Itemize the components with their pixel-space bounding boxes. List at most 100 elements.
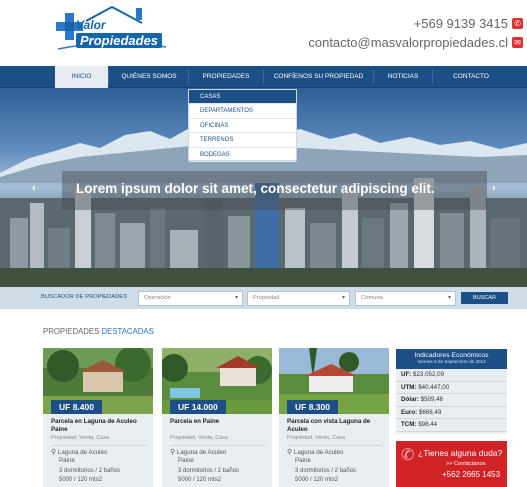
property-meta: Propiedad, Venta, Casa	[287, 435, 346, 441]
property-location: ⚲ Laguna de Aculeo Paine	[51, 449, 107, 465]
indicator-name: TCM:	[401, 421, 417, 429]
indicator-value: $40.447,00	[418, 383, 450, 391]
property-details: 3 dormitorios / 2 baños 5000 / 120 mts2	[295, 467, 356, 484]
whatsapp-icon: ✆	[512, 18, 523, 29]
slider-next-arrow[interactable]: ›	[492, 182, 496, 194]
nav-divider	[373, 70, 374, 84]
header-phone[interactable]: +569 9139 3415	[414, 14, 508, 33]
area-text: 5000 / 120 mts2	[178, 476, 222, 483]
property-details: 3 dormitorios / 2 baños 5000 / 120 mts2	[178, 467, 239, 484]
contact-block: +569 9139 3415 ✆ contacto@masvalorpropie…	[308, 14, 523, 52]
logo-text-valor: Valor	[76, 18, 106, 32]
search-label: BUSCADOR DE PROPIEDADES	[41, 294, 128, 300]
property-details: 3 dormitorios / 2 baños 5000 / 120 mts2	[59, 467, 120, 484]
indicators-title: Indicadores Económicos	[414, 352, 489, 359]
property-title[interactable]: Parcela en Laguna de Aculeo Paine	[51, 418, 151, 434]
dropdown-item-departamentos[interactable]: DEPARTAMENTOS	[189, 104, 296, 119]
price-badge: UF 8.300	[287, 400, 338, 414]
header-email[interactable]: contacto@masvalorpropiedades.cl	[308, 33, 508, 52]
comuna-select-value: Comuna	[361, 295, 383, 301]
property-card[interactable]: UF 14.000 Parcela en Paine Propiedad, Ve…	[162, 348, 272, 487]
indicator-name: Euro:	[401, 408, 418, 416]
indicator-row-utm: UTM: $40.447,00	[396, 382, 507, 395]
nav-divider	[263, 70, 264, 84]
logo-text-propiedades: Propiedades	[76, 33, 163, 48]
dropdown-item-terrenos[interactable]: TERRENOS	[189, 133, 296, 148]
operacion-select[interactable]: Operación ▾	[138, 291, 243, 306]
chevron-down-icon: ▾	[447, 295, 451, 301]
property-location: ⚲ Laguna de Aculeo Paine	[170, 449, 226, 465]
indicator-row-uf: UF: $23.052,09	[396, 369, 507, 382]
location-line1: Laguna de Aculeo	[176, 449, 227, 456]
propiedad-select-value: Propiedad	[253, 295, 280, 301]
site-logo[interactable]: Valor Propiedades	[56, 5, 171, 57]
slider-prev-arrow[interactable]: ‹	[32, 182, 36, 194]
chevron-down-icon: ▾	[341, 295, 345, 301]
indicator-name: UTM:	[401, 383, 417, 391]
nav-item-contacto[interactable]: CONTACTO	[434, 66, 508, 88]
location-line2: Paine	[178, 457, 194, 464]
indicator-row-tcm: TCM: $98,44	[396, 419, 507, 432]
nav-item-noticias[interactable]: NOTICIAS	[375, 66, 431, 88]
propiedad-select[interactable]: Propiedad ▾	[247, 291, 350, 306]
economic-indicators-panel: Indicadores Económicos Viernes 6 de Sept…	[396, 349, 507, 434]
indicator-value: $509,46	[420, 396, 443, 404]
indicator-row-dolar: Dólar: $509,46	[396, 394, 507, 407]
featured-title-part1: PROPIEDADES	[43, 327, 100, 336]
card-divider	[51, 445, 147, 446]
phone-row: +569 9139 3415 ✆	[308, 14, 523, 33]
nav-divider	[108, 70, 109, 84]
main-nav: INICIO QUIÉNES SOMOS PROPIEDADES CONFÍEN…	[0, 66, 527, 88]
page: Valor Propiedades +569 9139 3415 ✆ conta…	[0, 0, 527, 487]
dropdown-item-oficinas[interactable]: OFICINAS	[189, 119, 296, 134]
area-text: 5000 / 120 mts2	[295, 476, 339, 483]
dropdown-item-bodegas[interactable]: BODEGAS	[189, 148, 296, 162]
location-line2: Paine	[295, 457, 311, 464]
nav-item-quienes-somos[interactable]: QUIÉNES SOMOS	[110, 66, 188, 88]
nav-item-confienos[interactable]: CONFÍENOS SU PROPIEDAD	[265, 66, 372, 88]
help-phone: +562 2665 1453	[442, 470, 501, 479]
comuna-select[interactable]: Comuna ▾	[355, 291, 456, 306]
property-meta: Propiedad, Venta, Casa	[51, 435, 110, 441]
rooms-text: 3 dormitorios / 2 baños	[295, 468, 357, 474]
help-contact-link[interactable]: >> Contáctanos	[446, 461, 486, 467]
rooms-text: 3 dormitorios / 2 baños	[59, 468, 121, 474]
map-pin-icon: ⚲	[51, 449, 57, 456]
price-badge: UF 14.000	[170, 400, 226, 414]
card-divider	[287, 445, 383, 446]
indicator-name: Dólar:	[401, 396, 419, 404]
email-row: contacto@masvalorpropiedades.cl ✉	[308, 33, 523, 52]
property-card[interactable]: UF 8.400 Parcela en Laguna de Aculeo Pai…	[43, 348, 153, 487]
location-line1: Laguna de Aculeo	[293, 449, 344, 456]
map-pin-icon: ⚲	[170, 449, 176, 456]
property-meta: Propiedad, Venta, Casa	[170, 435, 229, 441]
envelope-icon: ✉	[512, 37, 523, 48]
chevron-down-icon: ▾	[234, 295, 238, 301]
map-pin-icon: ⚲	[287, 449, 293, 456]
propiedades-dropdown-menu: CASAS DEPARTAMENTOS OFICINAS TERRENOS BO…	[188, 89, 297, 162]
indicator-value: $23.052,09	[413, 371, 445, 378]
property-title[interactable]: Parcela en Paine	[170, 418, 270, 426]
logo-graphic	[56, 5, 167, 50]
featured-title-part2: DESTACADAS	[101, 327, 154, 336]
nav-divider	[432, 70, 433, 84]
indicators-date: Viernes 6 de Septiembre de 2013	[417, 359, 486, 364]
location-line2: Paine	[59, 457, 75, 464]
search-button[interactable]: BUSCAR	[461, 292, 508, 304]
contact-help-box[interactable]: ✆ ¿Tienes alguna duda? >> Contáctanos +5…	[396, 441, 507, 487]
dropdown-item-casas[interactable]: CASAS	[189, 90, 296, 105]
property-card[interactable]: UF 8.300 Parcela con vista Laguna de Acu…	[279, 348, 389, 487]
help-title: ¿Tienes alguna duda?	[418, 448, 503, 458]
hero-caption-text: Lorem ipsum dolor sit amet, consectetur …	[76, 181, 435, 196]
nav-item-inicio[interactable]: INICIO	[55, 66, 108, 88]
indicator-name: UF:	[401, 371, 412, 378]
indicator-value: $668,49	[418, 408, 442, 416]
nav-item-propiedades[interactable]: PROPIEDADES	[190, 66, 262, 88]
property-title[interactable]: Parcela con vista Laguna de Aculeo	[287, 418, 387, 434]
property-location: ⚲ Laguna de Aculeo Paine	[287, 449, 343, 465]
indicator-value: $98,44	[418, 421, 438, 429]
area-text: 5000 / 120 mts2	[59, 476, 103, 483]
location-line1: Laguna de Aculeo	[57, 449, 108, 456]
operacion-select-value: Operación	[144, 295, 171, 301]
price-badge: UF 8.400	[51, 400, 102, 414]
